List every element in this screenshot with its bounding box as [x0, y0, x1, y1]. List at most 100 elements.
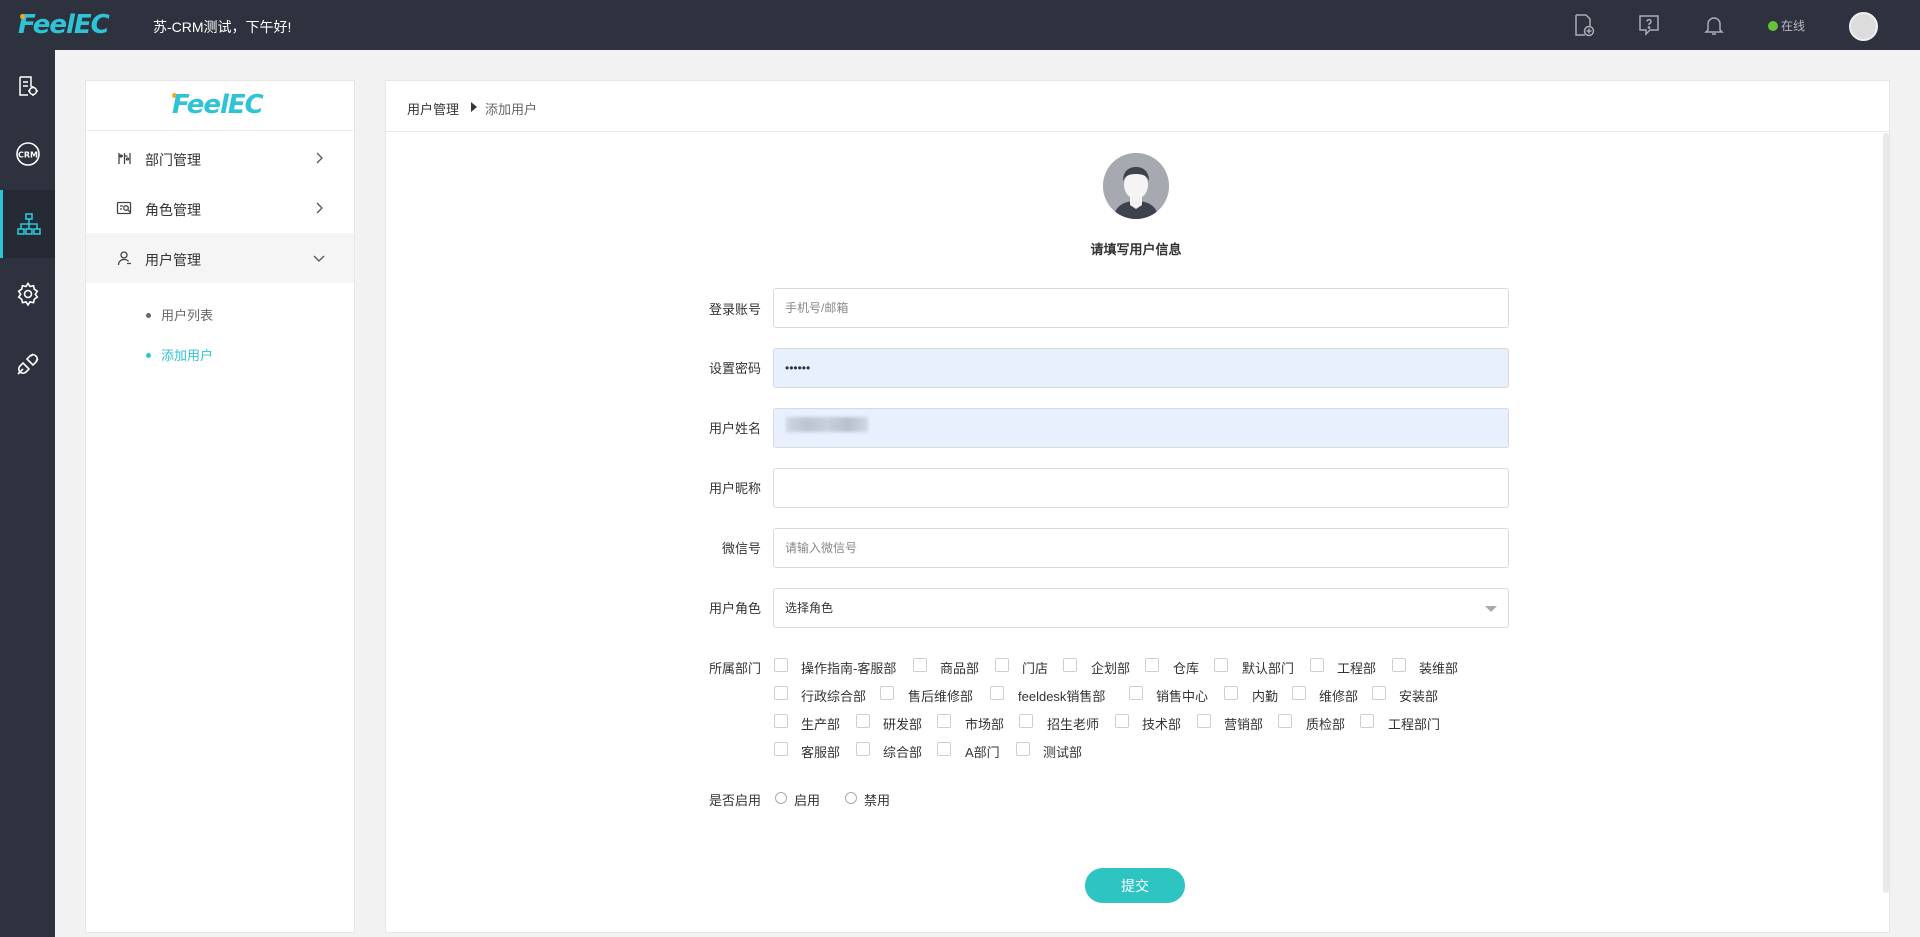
department-option: feeldesk销售部 — [1018, 689, 1106, 704]
department-checkbox[interactable] — [1372, 686, 1386, 700]
department-checkbox[interactable] — [1214, 658, 1228, 672]
department-option: 工程部 — [1337, 661, 1377, 676]
left-nav: CRM — [0, 50, 55, 937]
department-option: 行政综合部 — [801, 689, 867, 704]
department-label: 所属部门 — [708, 661, 761, 676]
sidebar-item-user[interactable]: 用户管理 — [86, 233, 354, 283]
department-checkbox[interactable] — [1129, 686, 1143, 700]
disable-radio[interactable] — [845, 792, 857, 804]
submenu-user-list[interactable]: 用户列表 — [146, 305, 213, 324]
submenu-add-user[interactable]: 添加用户 — [146, 345, 213, 364]
department-option: 操作指南-客服部 — [801, 661, 897, 676]
department-checkbox[interactable] — [937, 742, 951, 756]
department-checkbox[interactable] — [1360, 714, 1374, 728]
department-option: 客服部 — [801, 745, 841, 760]
department-checkbox[interactable] — [1016, 742, 1030, 756]
department-option: 营销部 — [1224, 717, 1264, 732]
name-label: 用户姓名 — [708, 421, 761, 436]
department-checkbox[interactable] — [1224, 686, 1238, 700]
chevron-right-icon — [312, 201, 326, 215]
wechat-label: 微信号 — [721, 541, 761, 556]
department-checkbox[interactable] — [1145, 658, 1159, 672]
department-checkbox[interactable] — [1392, 658, 1406, 672]
department-option: 生产部 — [801, 717, 841, 732]
role-label: 用户角色 — [708, 601, 761, 616]
department-checkbox[interactable] — [990, 686, 1004, 700]
scrollbar[interactable] — [1883, 133, 1889, 893]
wechat-input[interactable] — [773, 528, 1509, 568]
department-option: 质检部 — [1306, 717, 1346, 732]
department-checkbox[interactable] — [774, 686, 788, 700]
department-checkbox[interactable] — [1278, 714, 1292, 728]
settings-icon[interactable] — [0, 260, 55, 328]
department-option: 测试部 — [1043, 745, 1083, 760]
crm-icon[interactable]: CRM — [0, 120, 55, 188]
online-status[interactable]: 在线 — [1768, 17, 1805, 34]
department-option: 招生老师 — [1047, 717, 1100, 732]
department-checkbox[interactable] — [856, 742, 870, 756]
bell-icon[interactable] — [1701, 12, 1727, 38]
chevron-right-icon — [312, 151, 326, 165]
department-checkbox[interactable] — [937, 714, 951, 728]
app-logo[interactable]: FeelEC — [18, 11, 110, 39]
department-checkbox[interactable] — [913, 658, 927, 672]
main-panel: 用户管理 添加用户 请填写用户信息 登录账号 设置密码 用户姓名 用户昵称 微信… — [385, 80, 1890, 933]
breadcrumb-parent[interactable]: 用户管理 — [407, 99, 459, 118]
name-input[interactable] — [773, 408, 1509, 448]
breadcrumb-separator-icon — [471, 102, 477, 112]
plugin-icon[interactable] — [0, 330, 55, 398]
password-input[interactable] — [773, 348, 1509, 388]
department-checkbox[interactable] — [774, 714, 788, 728]
avatar-placeholder[interactable] — [1103, 153, 1169, 219]
chevron-down-icon — [312, 251, 326, 265]
department-checkbox[interactable] — [1197, 714, 1211, 728]
report-icon[interactable] — [0, 52, 55, 120]
online-dot-icon — [1768, 21, 1778, 31]
submit-button[interactable]: 提交 — [1085, 868, 1185, 903]
department-option: A部门 — [965, 745, 1000, 760]
department-option: 装维部 — [1419, 661, 1459, 676]
department-checkbox[interactable] — [1310, 658, 1324, 672]
account-input[interactable] — [773, 288, 1509, 328]
svg-text:CRM: CRM — [18, 151, 38, 160]
department-icon — [116, 150, 133, 167]
sidebar-item-department[interactable]: 部门管理 — [86, 133, 354, 183]
department-checkbox[interactable] — [856, 714, 870, 728]
breadcrumb: 用户管理 添加用户 — [386, 81, 1889, 132]
nickname-input[interactable] — [773, 468, 1509, 508]
department-option: 研发部 — [883, 717, 923, 732]
department-option: 企划部 — [1091, 661, 1131, 676]
breadcrumb-current: 添加用户 — [485, 102, 538, 117]
nickname-label: 用户昵称 — [708, 481, 761, 496]
department-checkbox[interactable] — [880, 686, 894, 700]
enable-radio[interactable] — [775, 792, 787, 804]
greeting-text: 苏-CRM测试，下午好! — [153, 19, 292, 35]
user-icon — [116, 250, 133, 267]
sidebar-item-role[interactable]: 角色管理 — [86, 183, 354, 233]
department-checkbox[interactable] — [1063, 658, 1077, 672]
chevron-down-icon — [1485, 606, 1497, 612]
role-icon — [116, 200, 133, 217]
add-document-icon[interactable] — [1570, 12, 1596, 38]
department-option: 销售中心 — [1156, 689, 1209, 704]
department-option: 安装部 — [1399, 689, 1439, 704]
help-icon[interactable] — [1636, 12, 1662, 38]
department-checkbox[interactable] — [1115, 714, 1129, 728]
sidebar-logo: FeelEC — [86, 81, 354, 131]
department-option: 仓库 — [1173, 661, 1200, 676]
department-checkbox[interactable] — [774, 742, 788, 756]
department-checkbox[interactable] — [774, 658, 788, 672]
department-option: 门店 — [1022, 661, 1049, 676]
account-label: 登录账号 — [708, 302, 761, 317]
form-title: 请填写用户信息 — [1090, 242, 1182, 257]
department-option: 市场部 — [965, 717, 1005, 732]
user-avatar[interactable] — [1849, 12, 1878, 41]
department-checkbox[interactable] — [995, 658, 1009, 672]
department-checkbox[interactable] — [1292, 686, 1306, 700]
role-select[interactable]: 选择角色 — [773, 588, 1509, 628]
department-option: 售后维修部 — [908, 689, 974, 704]
department-option: 默认部门 — [1242, 661, 1295, 676]
sidebar: FeelEC 部门管理 角色管理 用户管理 用户列表 添加用户 — [85, 80, 355, 933]
department-checkbox[interactable] — [1019, 714, 1033, 728]
org-chart-icon[interactable] — [0, 190, 55, 258]
